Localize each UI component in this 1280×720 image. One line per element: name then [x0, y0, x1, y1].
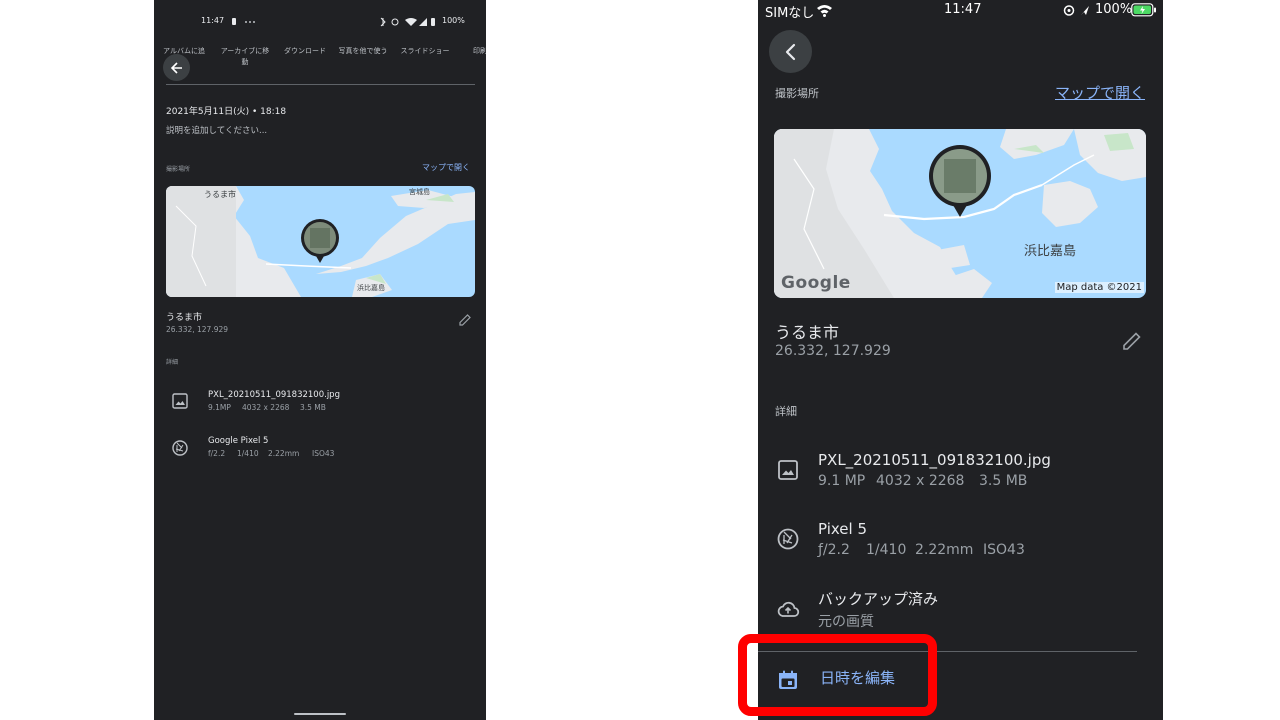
arrow-left-icon [170, 61, 182, 74]
action-use-as[interactable]: 写真を他で使う [338, 46, 388, 57]
divider [166, 84, 475, 85]
action-slideshow[interactable]: スライドショー [398, 46, 452, 57]
camera-focal: 2.22mm [268, 449, 300, 458]
status-time: 11:47 [944, 2, 982, 17]
camera-shutter: 1/410 [866, 542, 907, 558]
image-icon [776, 458, 800, 482]
pencil-icon[interactable] [458, 313, 472, 327]
pencil-icon[interactable] [1121, 330, 1143, 352]
camera-focal: 2.22mm [915, 542, 974, 558]
camera-name: Pixel 5 [818, 520, 868, 538]
place-name: うるま市 [775, 323, 840, 342]
file-megapixels: 9.1MP [208, 403, 231, 412]
battery-charging-icon [1131, 3, 1157, 17]
photo-date: 2021年5月11日(火) • 18:18 [166, 107, 287, 117]
location-heading: 撮影場所 [166, 166, 191, 173]
map-label-hamahiga: 浜比嘉島 [1024, 244, 1077, 259]
wifi-icon [816, 4, 833, 17]
camera-aperture: f/2.2 [208, 449, 226, 458]
image-icon [171, 392, 189, 410]
home-indicator [294, 713, 346, 715]
place-coordinates: 26.332, 127.929 [775, 343, 891, 359]
backup-status: バックアップ済み [818, 590, 939, 608]
backup-quality: 元の画質 [818, 614, 874, 630]
camera-iso: ISO43 [983, 542, 1025, 558]
battery-percent: 100% [442, 16, 465, 25]
file-resolution: 4032 x 2268 [242, 403, 290, 412]
back-button[interactable] [163, 54, 190, 81]
map-label-miyagi: 宮城島 [409, 188, 430, 196]
google-logo: Google [781, 273, 851, 293]
back-button[interactable] [769, 30, 812, 73]
camera-aperture: ƒ/2.2 [818, 542, 850, 558]
open-in-maps-link[interactable]: マップで開く [422, 162, 470, 173]
highlight-box [738, 634, 937, 716]
cloud-upload-icon [776, 597, 800, 621]
action-download[interactable]: ダウンロード [280, 46, 330, 57]
camera-shutter-icon [171, 439, 189, 457]
chevron-left-icon [785, 43, 795, 60]
location-map[interactable]: 浜比嘉島 Google Map data ©2021 [774, 129, 1146, 298]
system-status-icons [379, 17, 437, 27]
battery-percent: 100% [1095, 2, 1133, 17]
location-map[interactable]: うるま市 宮城島 浜比嘉島 [166, 186, 475, 297]
location-heading: 撮影場所 [775, 87, 819, 100]
open-in-maps-link[interactable]: マップで開く [1055, 82, 1145, 103]
notification-icons [232, 17, 260, 26]
description-field[interactable]: 説明を追加してください... [166, 124, 267, 136]
carrier-label: SIMなし [765, 6, 815, 21]
place-coordinates: 26.332, 127.929 [166, 325, 229, 334]
details-heading: 詳細 [166, 359, 179, 366]
action-archive[interactable]: アーカイブに移動 [220, 46, 270, 68]
file-size: 3.5 MB [979, 473, 1028, 489]
details-heading: 詳細 [775, 405, 797, 418]
status-time: 11:47 [201, 16, 225, 25]
place-name: うるま市 [166, 313, 203, 323]
file-megapixels: 9.1 MP [818, 473, 866, 489]
camera-iso: ISO43 [312, 449, 335, 458]
right-phone-screen: SIMなし 11:47 100% 撮影場所 マップで開く 浜比嘉島 Google… [758, 0, 1163, 720]
map-label-uruma: うるま市 [204, 190, 236, 199]
camera-shutter: 1/410 [237, 449, 259, 458]
file-size: 3.5 MB [300, 403, 326, 412]
map-attribution: Map data ©2021 [1054, 282, 1144, 293]
camera-shutter-icon [776, 527, 800, 551]
left-phone-screen: 11:47 100% アルバムに追 アーカイブに移動 ダウンロード 写真を他で使… [154, 0, 486, 720]
camera-name: Google Pixel 5 [208, 436, 269, 446]
file-name: PXL_20210511_091832100.jpg [818, 451, 1051, 469]
file-name: PXL_20210511_091832100.jpg [208, 390, 340, 400]
location-status-icons [1063, 4, 1093, 17]
action-print[interactable]: 印刷 [470, 46, 486, 57]
file-resolution: 4032 x 2268 [876, 473, 965, 489]
map-label-hamahiga: 浜比嘉島 [357, 284, 385, 292]
